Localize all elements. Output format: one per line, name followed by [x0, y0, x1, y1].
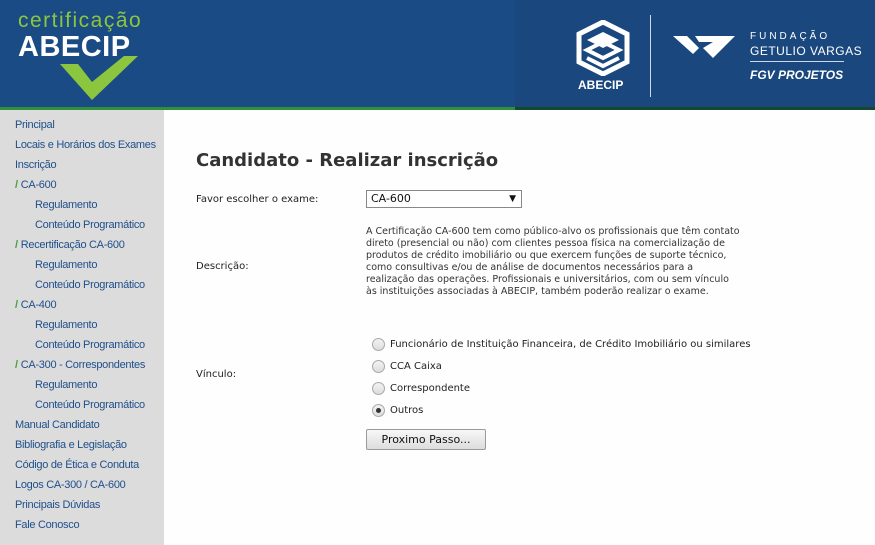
sidebar-item-inscricao[interactable]: Inscrição	[15, 159, 57, 171]
sidebar-item-ca400[interactable]: / CA-400	[15, 299, 57, 311]
vinculo-label: Vínculo:	[196, 369, 237, 380]
sidebar-item-ca600[interactable]: / CA-600	[15, 179, 57, 191]
sidebar-item-label: Regulamento	[35, 199, 98, 211]
sidebar-item-fale-conosco[interactable]: Fale Conosco	[15, 519, 80, 531]
header-divider	[650, 15, 651, 97]
sidebar-item-label: Bibliografia e Legislação	[15, 439, 127, 451]
fgv-fundacao-text: FUNDAÇÃO	[750, 31, 831, 42]
sidebar-item-label: Regulamento	[35, 379, 98, 391]
exam-select[interactable]: CA-600 ▼	[366, 190, 522, 208]
sidebar-item-locais-horarios[interactable]: Locais e Horários dos Exames	[15, 139, 156, 151]
radio-label: Correspondente	[390, 382, 471, 394]
sidebar-item-label: Principal	[15, 119, 55, 131]
sidebar-item-label: Fale Conosco	[15, 519, 80, 531]
sidebar-item-label: Regulamento	[35, 319, 98, 331]
description-text: A Certificação CA-600 tem como público-a…	[366, 226, 740, 297]
checkmark-logo-icon	[60, 56, 138, 100]
header-left-banner: certificação ABECIP	[0, 0, 515, 110]
sidebar-item-label: CA-300 - Correspondentes	[20, 359, 146, 371]
radio-button[interactable]	[372, 359, 385, 373]
check-icon: /	[15, 299, 18, 311]
main-content: Candidato - Realizar inscrição Favor esc…	[164, 110, 875, 545]
fgv-divider	[750, 61, 844, 62]
sidebar-item-ca600-regulamento[interactable]: Regulamento	[35, 199, 97, 211]
fgv-logo-icon	[673, 36, 735, 58]
sidebar-item-principal[interactable]: Principal	[15, 119, 55, 131]
sidebar-nav: Principal Locais e Horários dos Exames I…	[0, 110, 164, 545]
abecip-emblem-label: ABECIP	[578, 78, 624, 92]
sidebar-item-ca300-regulamento[interactable]: Regulamento	[35, 379, 97, 391]
sidebar-item-label: CA-400	[20, 299, 57, 311]
exam-label: Favor escolher o exame:	[196, 194, 319, 205]
page-header: certificação ABECIP ABECIP FUNDAÇÃO GETU…	[0, 0, 875, 110]
sidebar-item-recertificacao[interactable]: / Recertificação CA-600	[15, 239, 125, 251]
sidebar-item-manual-candidato[interactable]: Manual Candidato	[15, 419, 100, 431]
page-title: Candidato - Realizar inscrição	[196, 150, 499, 171]
vinculo-option-correspondente[interactable]: Correspondente	[372, 381, 470, 395]
check-icon: /	[15, 179, 18, 191]
sidebar-item-label: Locais e Horários dos Exames	[15, 139, 156, 151]
sidebar-item-label: Inscrição	[15, 159, 57, 171]
sidebar-item-label: Conteúdo Programático	[35, 399, 145, 411]
sidebar-item-ca400-regulamento[interactable]: Regulamento	[35, 319, 97, 331]
sidebar-item-logos[interactable]: Logos CA-300 / CA-600	[15, 479, 126, 491]
check-icon: /	[15, 359, 18, 371]
sidebar-item-label: Conteúdo Programático	[35, 339, 145, 351]
sidebar-item-label: Código de Ética e Conduta	[15, 459, 139, 471]
check-icon: /	[15, 239, 18, 251]
sidebar-item-recert-regulamento[interactable]: Regulamento	[35, 259, 97, 271]
sidebar-item-codigo-etica[interactable]: Código de Ética e Conduta	[15, 459, 139, 471]
vinculo-option-cca-caixa[interactable]: CCA Caixa	[372, 359, 442, 373]
description-label: Descrição:	[196, 261, 249, 272]
vinculo-option-outros[interactable]: Outros	[372, 403, 423, 417]
radio-label: Outros	[390, 404, 424, 416]
sidebar-item-bibliografia[interactable]: Bibliografia e Legislação	[15, 439, 127, 451]
sidebar-item-label: Recertificação CA-600	[20, 239, 125, 251]
fgv-projetos-text: FGV PROJETOS	[750, 68, 844, 82]
radio-button[interactable]	[372, 381, 385, 395]
sidebar-item-label: Logos CA-300 / CA-600	[15, 479, 126, 491]
sidebar-item-principais-duvidas[interactable]: Principais Dúvidas	[15, 499, 100, 511]
sidebar-item-label: Principais Dúvidas	[15, 499, 101, 511]
radio-label: CCA Caixa	[390, 360, 442, 372]
sidebar-item-label: CA-600	[20, 179, 57, 191]
sidebar-item-recert-conteudo[interactable]: Conteúdo Programático	[35, 279, 145, 291]
radio-label: Funcionário de Instituição Financeira, d…	[390, 338, 751, 350]
fgv-getulio-vargas-text: GETULIO VARGAS	[750, 44, 863, 58]
exam-select-value: CA-600	[371, 192, 411, 205]
abecip-emblem-icon	[576, 20, 630, 76]
sidebar-item-ca300[interactable]: / CA-300 - Correspondentes	[15, 359, 145, 371]
dropdown-arrow-icon: ▼	[509, 194, 516, 204]
vinculo-option-funcionario[interactable]: Funcionário de Instituição Financeira, d…	[372, 337, 751, 351]
radio-button[interactable]	[372, 337, 385, 351]
next-step-button[interactable]: Proximo Passo...	[366, 429, 486, 450]
sidebar-item-ca300-conteudo[interactable]: Conteúdo Programático	[35, 399, 145, 411]
sidebar-item-ca600-conteudo[interactable]: Conteúdo Programático	[35, 219, 145, 231]
radio-button[interactable]	[372, 403, 385, 417]
sidebar-item-label: Regulamento	[35, 259, 98, 271]
sidebar-item-label: Manual Candidato	[15, 419, 100, 431]
sidebar-item-ca400-conteudo[interactable]: Conteúdo Programático	[35, 339, 145, 351]
sidebar-item-label: Conteúdo Programático	[35, 219, 145, 231]
sidebar-item-label: Conteúdo Programático	[35, 279, 145, 291]
certificacao-logo-text: certificação	[18, 9, 143, 32]
